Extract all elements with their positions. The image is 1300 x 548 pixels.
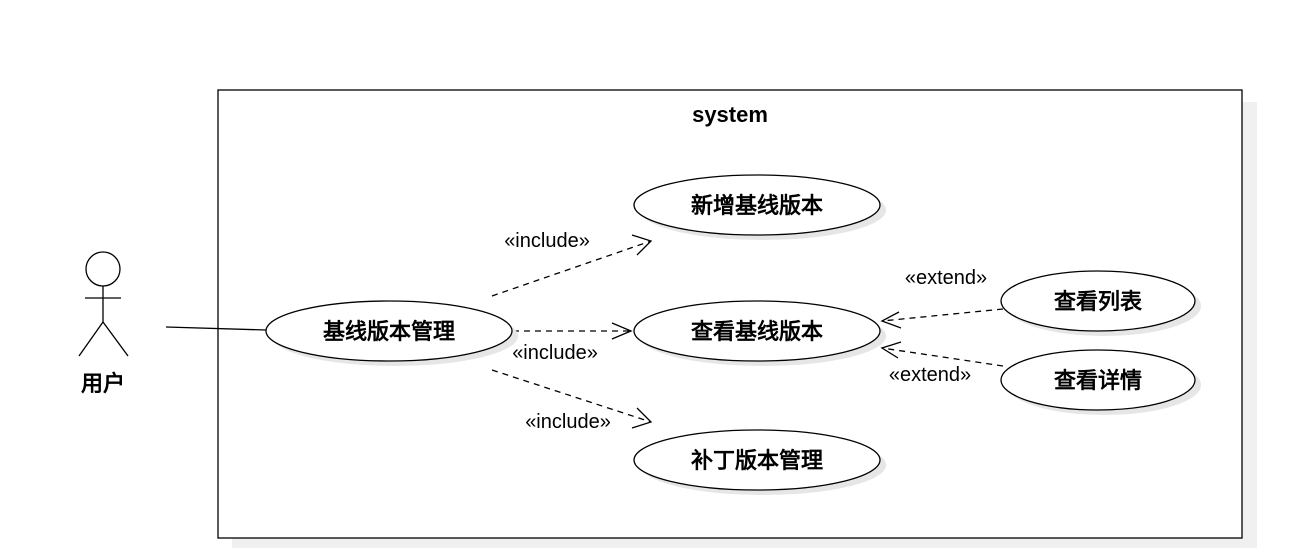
usecase-label: 查看详情 [1054, 368, 1142, 394]
usecase-label: 补丁版本管理 [690, 448, 823, 474]
usecase-label: 查看列表 [1054, 290, 1143, 315]
extend-list-label: «extend» [905, 267, 987, 289]
usecase-label: 查看基线版本 [691, 319, 823, 345]
include-add-label: «include» [504, 230, 590, 252]
use-case-diagram: system 用户 基线版本管理 新增基线版本 查看基线版本 补丁版本管理 查看… [78, 89, 1257, 548]
extend-detail-label: «extend» [889, 364, 971, 386]
actor-right-leg [102, 321, 129, 357]
usecase-label: 基线版本管理 [323, 319, 455, 345]
include-view-label: «include» [512, 342, 598, 364]
actor-user[interactable] [78, 251, 129, 357]
system-title: system [692, 102, 768, 127]
actor-label: 用户 [81, 371, 125, 397]
actor-left-leg [78, 321, 104, 357]
include-patch-label: «include» [525, 411, 611, 433]
usecase-label: 新增基线版本 [691, 193, 823, 219]
actor-head [85, 251, 121, 287]
